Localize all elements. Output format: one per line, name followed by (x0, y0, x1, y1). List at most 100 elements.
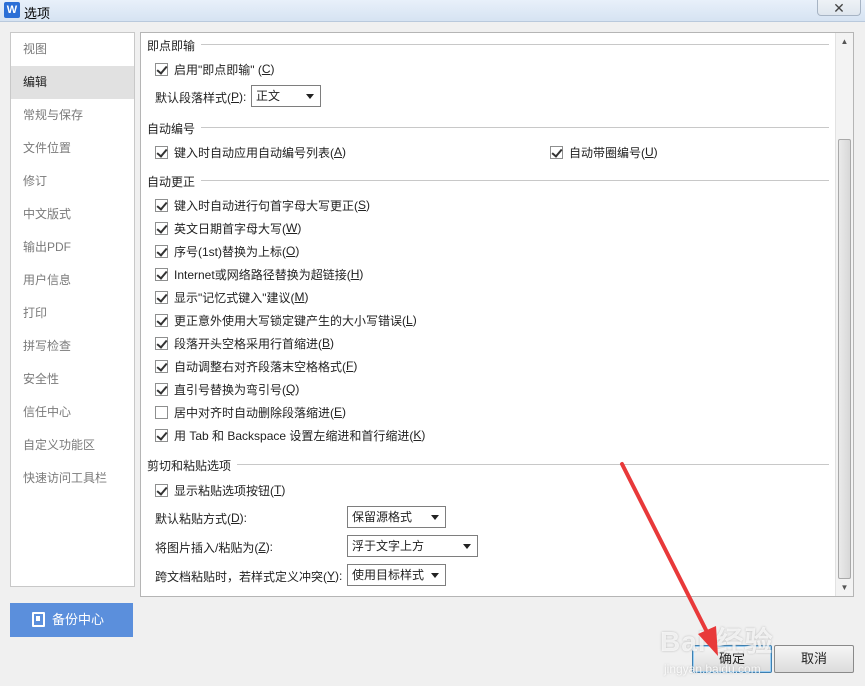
insert-picture-select[interactable]: 浮于文字上方 (347, 535, 478, 557)
access-key: M (294, 290, 305, 304)
sidebar-item-security[interactable]: 安全性 (11, 363, 134, 396)
enable-instant-input-row[interactable]: 启用"即点即输" (C) (155, 60, 275, 78)
cancel-button[interactable]: 取消 (774, 645, 854, 673)
label-suffix: ) (295, 244, 300, 258)
autocorrect-item[interactable]: 键入时自动进行句首字母大写更正(S) (155, 196, 370, 214)
autocorrect-checkbox[interactable] (155, 221, 168, 235)
auto-circled-number-label: 自动带圈编号( (569, 145, 645, 160)
default-paragraph-style-select[interactable]: 正文 (251, 85, 321, 107)
dropdown-arrow-icon (463, 544, 471, 549)
label-suffix: ): (239, 511, 248, 525)
sidebar-item-user-info[interactable]: 用户信息 (11, 264, 134, 297)
label-suffix: ) (281, 483, 286, 497)
access-key: P (231, 90, 240, 104)
show-paste-button-label: 显示粘贴选项按钮( (174, 483, 274, 498)
sidebar-item-file-location[interactable]: 文件位置 (11, 132, 134, 165)
section-divider (201, 180, 829, 181)
backup-icon (32, 612, 45, 627)
auto-number-list-checkbox[interactable] (155, 145, 168, 159)
autocorrect-item[interactable]: 自动调整右对齐段落末空格格式(F) (155, 357, 357, 375)
scroll-thumb[interactable] (838, 139, 851, 579)
auto-circled-number-row[interactable]: 自动带圈编号(U) (550, 143, 658, 161)
backup-center-button[interactable]: 备份中心 (10, 603, 133, 637)
select-value: 浮于文字上方 (352, 539, 425, 553)
autocorrect-checkbox[interactable] (155, 198, 168, 212)
autocorrect-checkbox[interactable] (155, 405, 168, 419)
auto-circled-number-checkbox[interactable] (550, 145, 563, 159)
autocorrect-checkbox[interactable] (155, 428, 168, 442)
sidebar-item-spell-check[interactable]: 拼写检查 (11, 330, 134, 363)
autocorrect-label: 直引号替换为弯引号( (174, 382, 286, 397)
autocorrect-checkbox[interactable] (155, 359, 168, 373)
sidebar-item-edit[interactable]: 编辑 (11, 66, 134, 99)
access-key: S (358, 198, 367, 212)
insert-picture-label: 将图片插入/粘贴为( (155, 540, 259, 555)
label-suffix: ) (412, 313, 417, 327)
label-suffix: ) (653, 145, 658, 159)
autocorrect-label: 自动调整右对齐段落末空格格式( (174, 359, 346, 374)
close-button[interactable]: ✕ (817, 0, 861, 16)
panel-scrollbar[interactable]: ▲ ▼ (835, 33, 853, 596)
scroll-up-icon[interactable]: ▲ (836, 33, 853, 50)
autocorrect-item[interactable]: Internet或网络路径替换为超链接(H) (155, 265, 363, 283)
autocorrect-checkbox[interactable] (155, 313, 168, 327)
cross-doc-paste-select[interactable]: 使用目标样式 (347, 564, 446, 586)
label-suffix: ) (330, 336, 335, 350)
autocorrect-checkbox[interactable] (155, 244, 168, 258)
insert-picture-row: 将图片插入/粘贴为(Z): (155, 538, 273, 556)
autocorrect-item[interactable]: 序号(1st)替换为上标(O) (155, 242, 299, 260)
sidebar-item-chinese-layout[interactable]: 中文版式 (11, 198, 134, 231)
sidebar-item-trust-center[interactable]: 信任中心 (11, 396, 134, 429)
access-key: T (274, 483, 282, 497)
label-suffix: ): (335, 569, 343, 583)
autocorrect-item[interactable]: 英文日期首字母大写(W) (155, 219, 301, 237)
access-key: U (645, 145, 654, 159)
autocorrect-checkbox[interactable] (155, 290, 168, 304)
default-paste-select[interactable]: 保留源格式 (347, 506, 446, 528)
show-paste-button-row[interactable]: 显示粘贴选项按钮(T) (155, 481, 285, 499)
autocorrect-item[interactable]: 更正意外使用大写锁定键产生的大小写错误(L) (155, 311, 417, 329)
sidebar-item-view[interactable]: 视图 (11, 33, 134, 66)
options-sidebar: 视图 编辑 常规与保存 文件位置 修订 中文版式 输出PDF 用户信息 打印 拼… (10, 32, 135, 587)
default-style-label: 默认段落样式( (155, 90, 231, 105)
access-key: Q (286, 382, 296, 396)
settings-panel: 即点即输 启用"即点即输" (C) 默认段落样式(P): 正文 自动编号 键入时… (140, 32, 854, 597)
baidu-jingyan-watermark: Bai 经验 (660, 626, 774, 657)
autocorrect-checkbox[interactable] (155, 336, 168, 350)
sidebar-item-print[interactable]: 打印 (11, 297, 134, 330)
sidebar-item-export-pdf[interactable]: 输出PDF (11, 231, 134, 264)
autocorrect-label: 居中对齐时自动删除段落缩进( (174, 405, 334, 420)
access-key: F (346, 359, 354, 373)
autocorrect-checkbox[interactable] (155, 267, 168, 281)
autocorrect-label: 用 Tab 和 Backspace 设置左缩进和首行缩进( (174, 428, 414, 443)
auto-number-list-label: 键入时自动应用自动编号列表( (174, 145, 334, 160)
label-suffix: ) (421, 428, 426, 442)
dialog-body: 视图 编辑 常规与保存 文件位置 修订 中文版式 输出PDF 用户信息 打印 拼… (0, 22, 865, 686)
autocorrect-item[interactable]: 居中对齐时自动删除段落缩进(E) (155, 403, 346, 421)
cross-doc-paste-label: 跨文档粘贴时，若样式定义冲突( (155, 569, 327, 584)
access-key: O (286, 244, 296, 258)
autocorrect-item[interactable]: 直引号替换为弯引号(Q) (155, 380, 299, 398)
watermark-url: jingyan.baidu.com (664, 662, 761, 676)
access-key: Z (258, 540, 266, 554)
label-suffix: ) (353, 359, 358, 373)
access-key: H (350, 267, 360, 281)
autocorrect-checkbox[interactable] (155, 382, 168, 396)
autocorrect-item[interactable]: 显示"记忆式键入"建议(M) (155, 288, 309, 306)
sidebar-item-quick-access-toolbar[interactable]: 快速访问工具栏 (11, 462, 134, 495)
scroll-down-icon[interactable]: ▼ (836, 579, 853, 596)
enable-instant-input-checkbox[interactable] (155, 62, 168, 76)
auto-number-list-row[interactable]: 键入时自动应用自动编号列表(A) (155, 143, 346, 161)
access-key: A (334, 145, 343, 159)
autocorrect-label: 更正意外使用大写锁定键产生的大小写错误( (174, 313, 406, 328)
sidebar-item-customize-ribbon[interactable]: 自定义功能区 (11, 429, 134, 462)
autocorrect-item[interactable]: 段落开头空格采用行首缩进(B) (155, 334, 334, 352)
sidebar-item-revision[interactable]: 修订 (11, 165, 134, 198)
sidebar-item-general-save[interactable]: 常规与保存 (11, 99, 134, 132)
section-title-auto-correct: 自动更正 (147, 175, 196, 189)
default-paste-row: 默认粘贴方式(D): (155, 509, 247, 527)
show-paste-button-checkbox[interactable] (155, 483, 168, 497)
access-key: E (334, 405, 343, 419)
select-value: 保留源格式 (352, 510, 413, 524)
autocorrect-item[interactable]: 用 Tab 和 Backspace 设置左缩进和首行缩进(K) (155, 426, 425, 444)
